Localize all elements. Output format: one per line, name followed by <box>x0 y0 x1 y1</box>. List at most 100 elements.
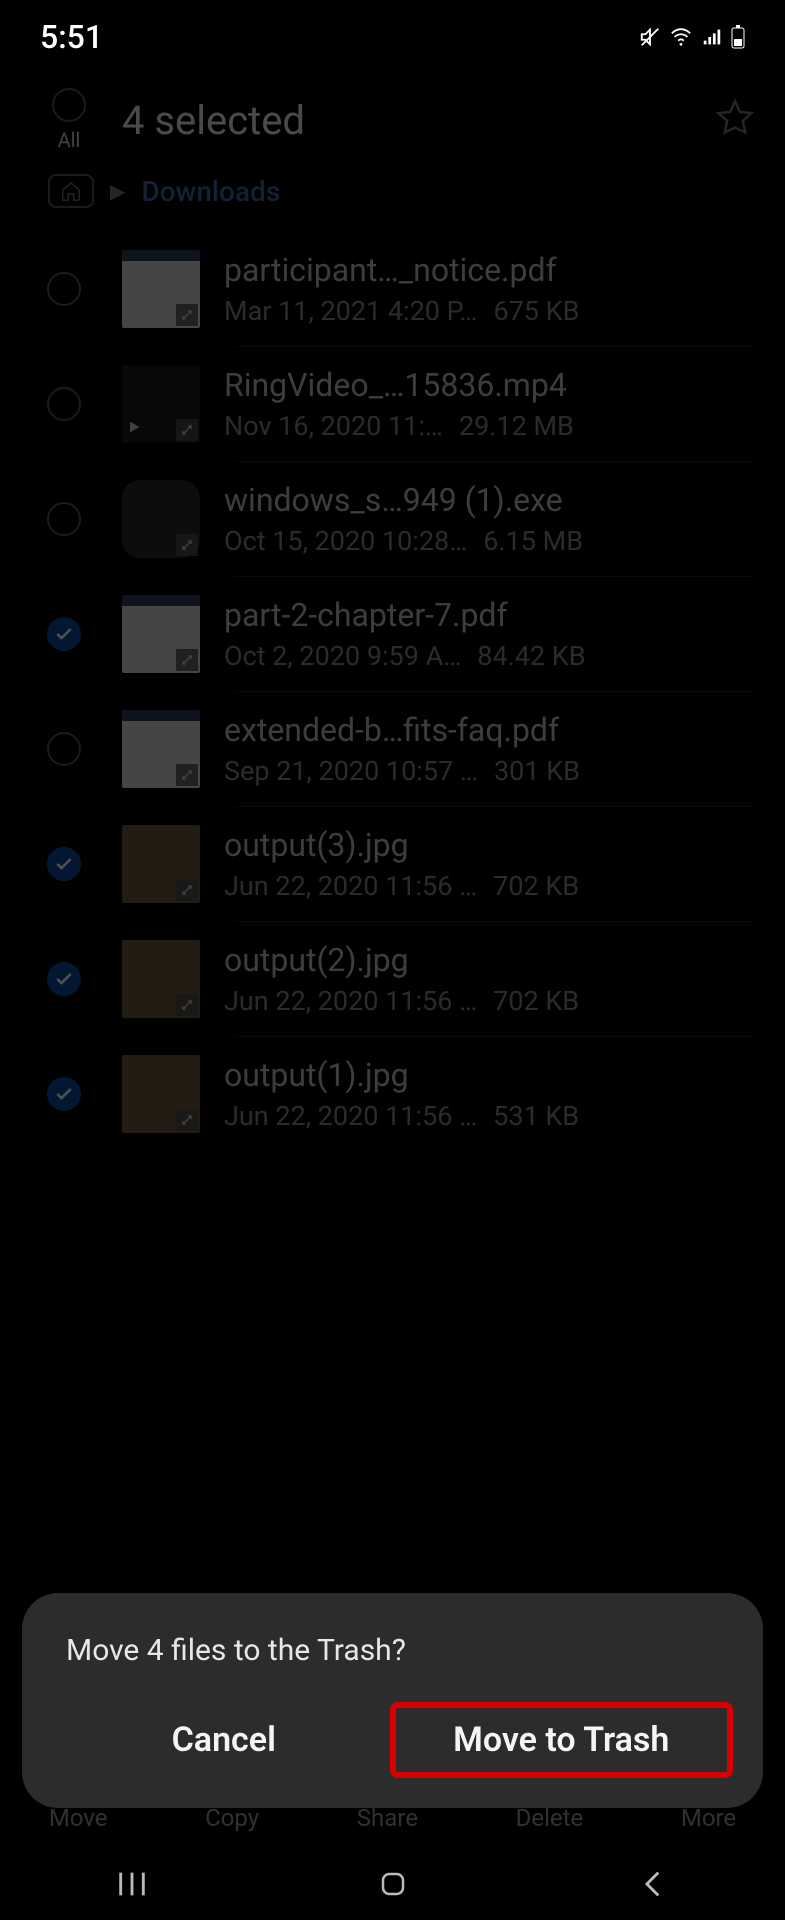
file-thumbnail <box>122 1055 200 1133</box>
file-meta: windows_s…949 (1).exe Oct 15, 2020 10:28…… <box>224 481 755 557</box>
file-size: 531 KB <box>493 1100 579 1132</box>
back-icon[interactable] <box>637 1867 671 1901</box>
file-thumbnail <box>122 250 200 328</box>
system-nav-bar <box>0 1848 785 1920</box>
move-to-trash-button[interactable]: Move to Trash <box>394 1706 730 1774</box>
file-size: 29.12 MB <box>459 410 574 442</box>
file-thumbnail <box>122 825 200 903</box>
row-divider <box>234 806 755 807</box>
file-row[interactable]: part-2-chapter-7.pdf Oct 2, 2020 9:59 A… 8… <box>34 577 755 691</box>
file-thumbnail <box>122 710 200 788</box>
file-subline: Jun 22, 2020 11:56 … 702 KB <box>224 870 755 902</box>
file-size: 675 KB <box>493 295 579 327</box>
file-date: Nov 16, 2020 11:… <box>224 410 443 442</box>
mute-icon <box>639 26 661 48</box>
dialog-message: Move 4 files to the Trash? <box>66 1633 729 1668</box>
file-meta: output(2).jpg Jun 22, 2020 11:56 … 702 KB <box>224 941 755 1017</box>
file-size: 702 KB <box>493 870 579 902</box>
breadcrumb-current[interactable]: Downloads <box>141 175 280 208</box>
file-row[interactable]: output(3).jpg Jun 22, 2020 11:56 … 702 KB <box>34 807 755 921</box>
status-time: 5:51 <box>40 18 103 56</box>
row-checkbox[interactable] <box>34 272 94 306</box>
row-divider <box>234 1036 755 1037</box>
status-icons <box>639 25 745 49</box>
row-checkbox[interactable] <box>34 617 94 651</box>
file-subline: Oct 2, 2020 9:59 A… 84.42 KB <box>224 640 755 672</box>
file-subline: Sep 21, 2020 10:57 …301 KB <box>224 755 755 787</box>
file-size: 702 KB <box>493 985 579 1017</box>
row-checkbox[interactable] <box>34 502 94 536</box>
action-more[interactable]: More <box>681 1804 736 1832</box>
row-checkbox[interactable] <box>34 732 94 766</box>
file-row[interactable]: windows_s…949 (1).exe Oct 15, 2020 10:28…… <box>34 462 755 576</box>
page-title: 4 selected <box>122 97 305 144</box>
file-date: Oct 2, 2020 9:59 A… <box>224 640 461 672</box>
file-subline: Jun 22, 2020 11:56 … 531 KB <box>224 1100 755 1132</box>
file-meta: part-2-chapter-7.pdf Oct 2, 2020 9:59 A… 8… <box>224 596 755 672</box>
row-divider <box>234 576 755 577</box>
file-subline: Mar 11, 2021 4:20 P… 675 KB <box>224 295 755 327</box>
row-checkbox[interactable] <box>34 847 94 881</box>
file-name: windows_s…949 (1).exe <box>224 481 755 519</box>
row-divider <box>234 921 755 922</box>
file-row[interactable]: output(1).jpgJun 22, 2020 11:56 …531 KB <box>34 1037 755 1151</box>
star-icon <box>715 98 755 138</box>
select-all-toggle[interactable]: All <box>34 88 104 152</box>
row-checkbox[interactable] <box>34 387 94 421</box>
file-date: Jun 22, 2020 11:56 … <box>224 985 477 1017</box>
row-divider <box>234 461 755 462</box>
file-list: participant…_notice.pdf Mar 11, 2021 4:20… <box>0 232 785 1151</box>
file-thumbnail <box>122 940 200 1018</box>
favorite-button[interactable] <box>715 98 755 142</box>
file-row[interactable]: RingVideo_…15836.mp4 Nov 16, 2020 11:… 29.… <box>34 347 755 461</box>
breadcrumb-home[interactable] <box>48 174 94 208</box>
file-meta: extended-b…fits-faq.pdf Sep 21, 2020 10:5… <box>224 711 755 787</box>
file-subline: Oct 15, 2020 10:28… 6.15 MB <box>224 525 755 557</box>
file-row[interactable]: participant…_notice.pdf Mar 11, 2021 4:20… <box>34 232 755 346</box>
action-share[interactable]: Share <box>357 1804 418 1832</box>
row-checkbox[interactable] <box>34 1077 94 1111</box>
battery-icon <box>731 25 745 49</box>
file-meta: output(3).jpg Jun 22, 2020 11:56 … 702 KB <box>224 826 755 902</box>
file-name: output(3).jpg <box>224 826 755 864</box>
file-size: 301 KB <box>494 755 580 787</box>
row-checkbox[interactable] <box>34 962 94 996</box>
row-divider <box>234 691 755 692</box>
file-date: Jun 22, 2020 11:56 … <box>224 1100 477 1132</box>
file-date: Mar 11, 2021 4:20 P… <box>224 295 477 327</box>
home-icon <box>58 180 84 202</box>
action-delete[interactable]: Delete <box>516 1804 584 1832</box>
file-size: 84.42 KB <box>477 640 585 672</box>
file-date: Oct 15, 2020 10:28… <box>224 525 467 557</box>
selection-header: All 4 selected <box>0 70 785 164</box>
file-thumbnail <box>122 595 200 673</box>
select-all-label: All <box>58 128 81 152</box>
file-name: participant…_notice.pdf <box>224 251 755 289</box>
file-meta: RingVideo_…15836.mp4 Nov 16, 2020 11:… 29.… <box>224 366 755 442</box>
file-date: Jun 22, 2020 11:56 … <box>224 870 477 902</box>
signal-icon <box>701 26 723 48</box>
file-size: 6.15 MB <box>483 525 583 557</box>
action-copy[interactable]: Copy <box>205 1804 259 1832</box>
status-bar: 5:51 <box>0 0 785 70</box>
wifi-icon <box>669 26 693 48</box>
file-name: extended-b…fits-faq.pdf <box>224 711 755 749</box>
recents-icon[interactable] <box>115 1867 149 1901</box>
action-move[interactable]: Move <box>49 1804 108 1832</box>
select-all-circle <box>52 88 86 122</box>
chevron-right-icon: ▶ <box>110 179 125 203</box>
home-nav-icon[interactable] <box>378 1869 408 1899</box>
file-name: RingVideo_…15836.mp4 <box>224 366 755 404</box>
cancel-button[interactable]: Cancel <box>56 1706 392 1774</box>
file-thumbnail <box>122 365 200 443</box>
file-name: output(2).jpg <box>224 941 755 979</box>
file-row[interactable]: extended-b…fits-faq.pdf Sep 21, 2020 10:5… <box>34 692 755 806</box>
row-divider <box>234 346 755 347</box>
file-meta: output(1).jpgJun 22, 2020 11:56 …531 KB <box>224 1056 755 1132</box>
file-row[interactable]: output(2).jpg Jun 22, 2020 11:56 … 702 KB <box>34 922 755 1036</box>
file-subline: Nov 16, 2020 11:… 29.12 MB <box>224 410 755 442</box>
file-thumbnail <box>122 480 200 558</box>
file-subline: Jun 22, 2020 11:56 … 702 KB <box>224 985 755 1017</box>
file-name: part-2-chapter-7.pdf <box>224 596 755 634</box>
file-meta: participant…_notice.pdf Mar 11, 2021 4:20… <box>224 251 755 327</box>
